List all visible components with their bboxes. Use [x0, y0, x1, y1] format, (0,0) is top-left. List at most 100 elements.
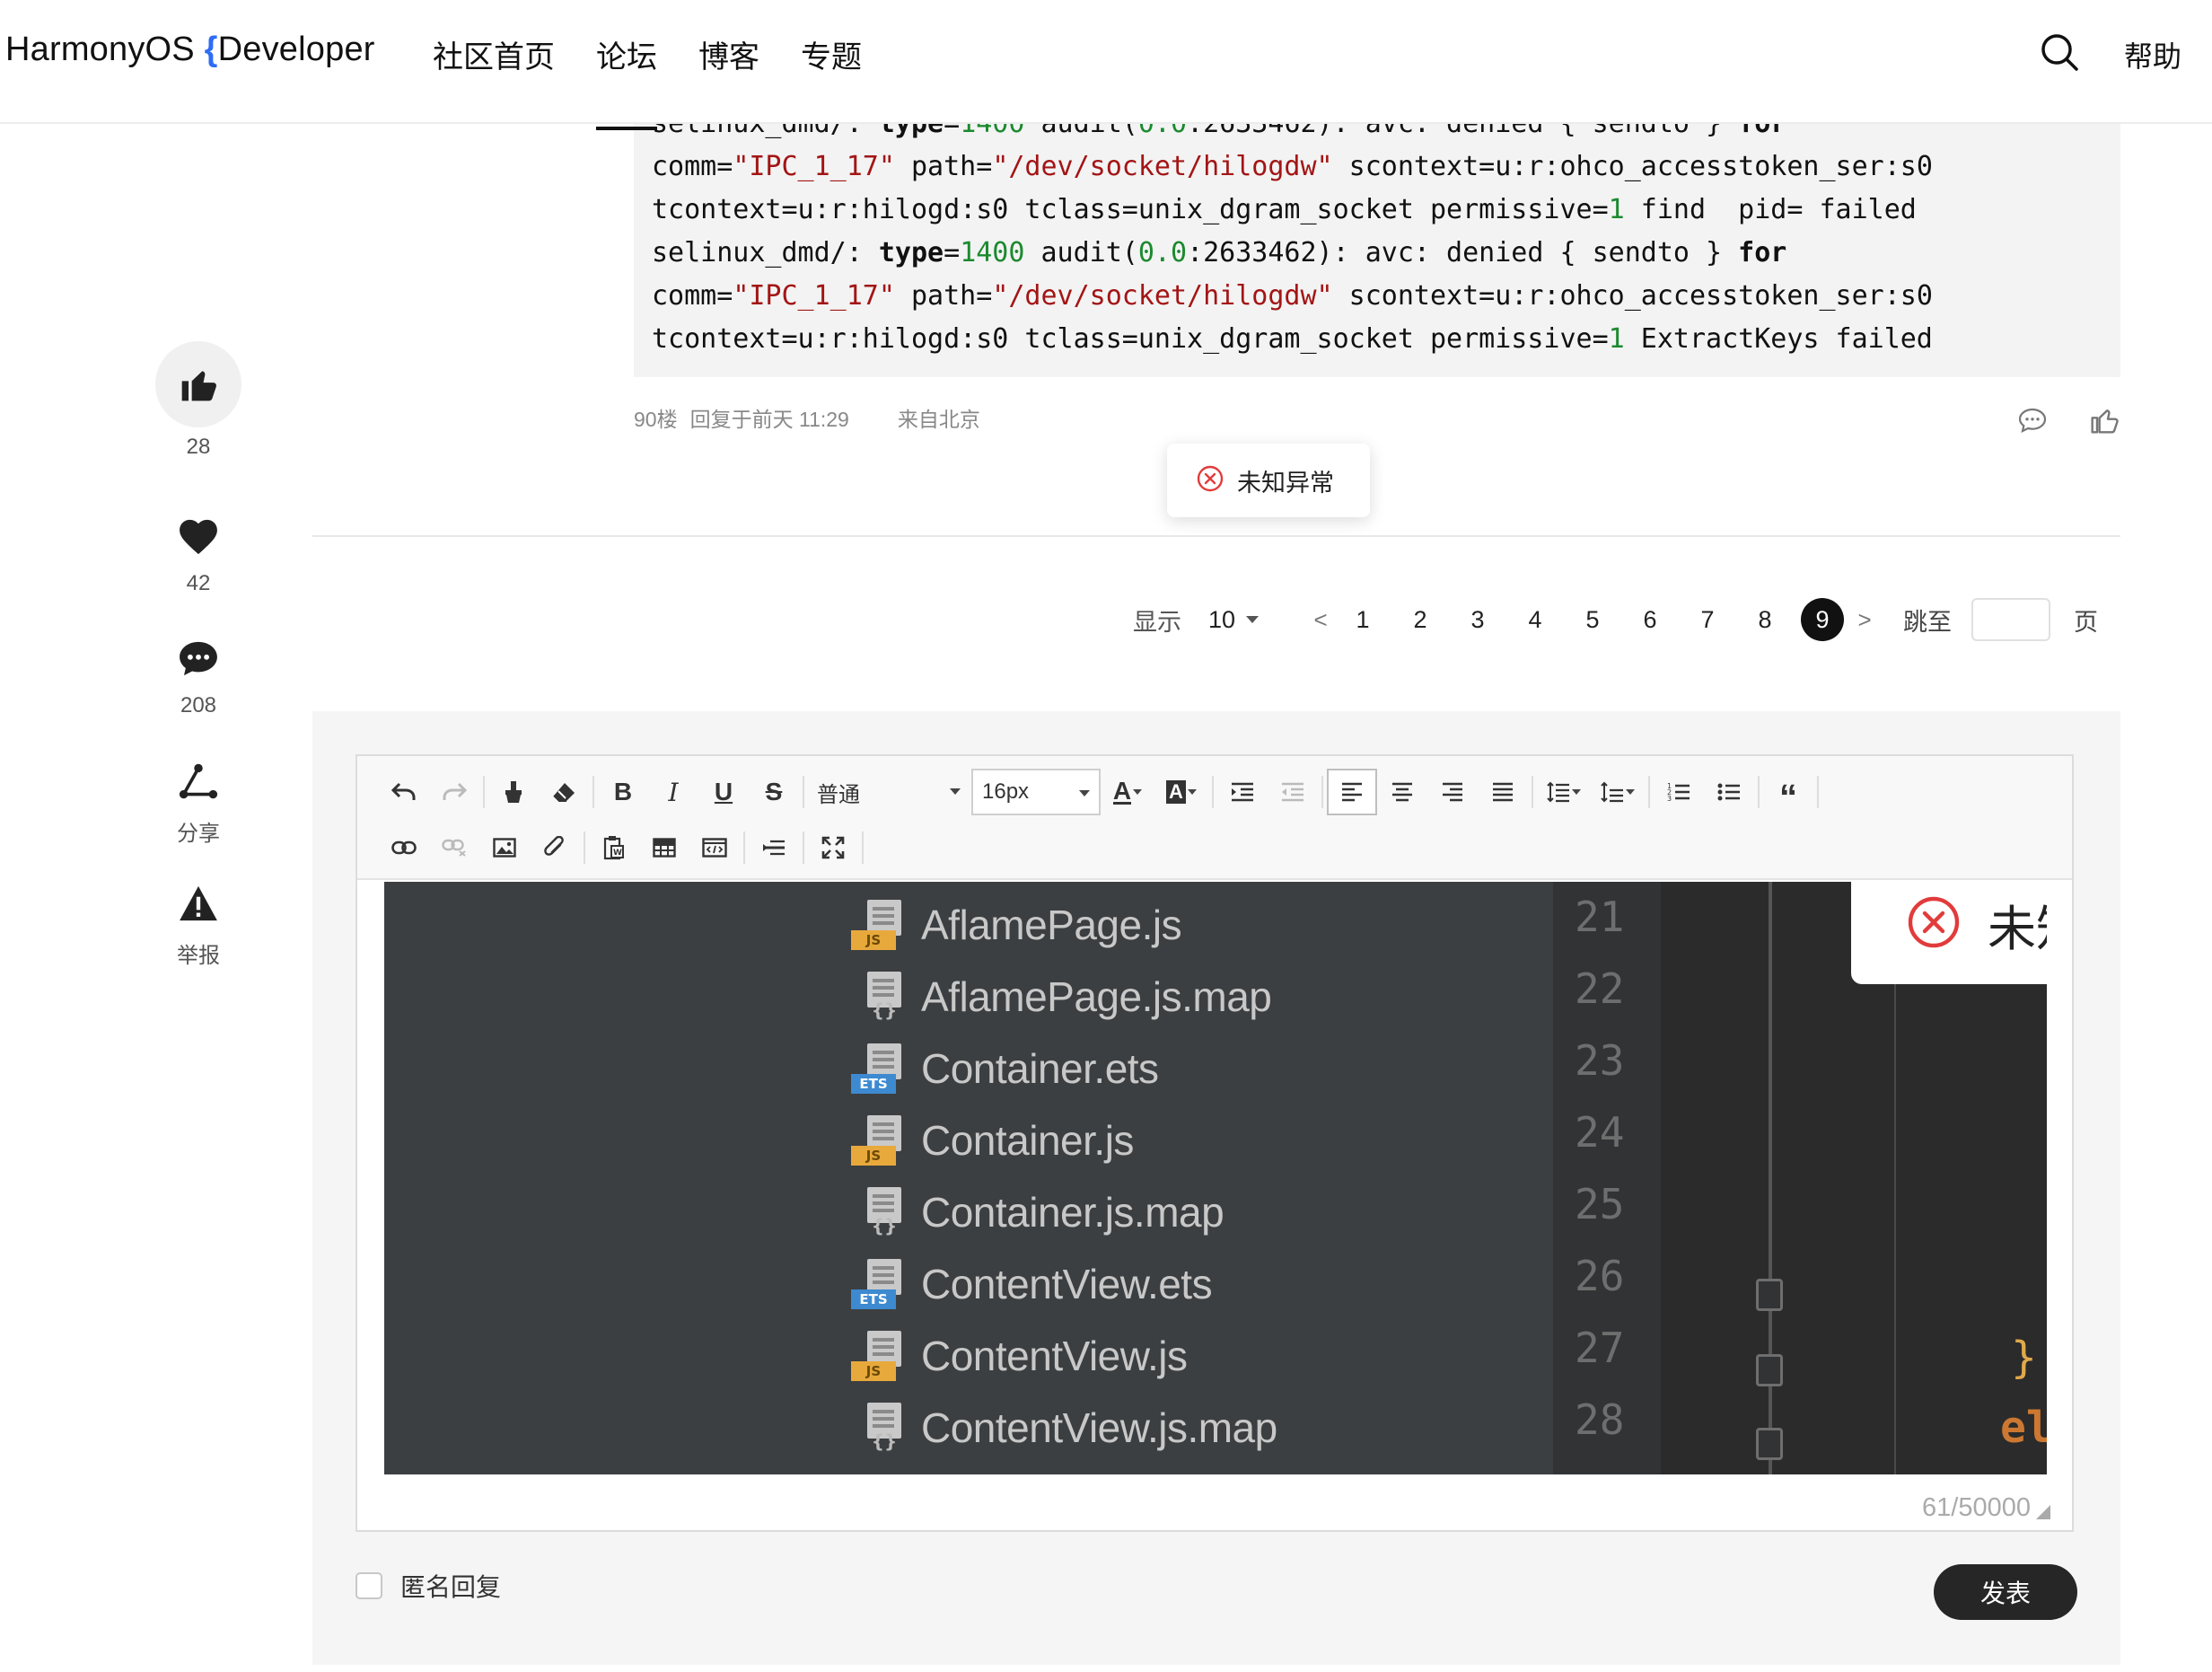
comment-bubble-icon[interactable] — [155, 632, 241, 686]
paragraph-spacing-icon[interactable] — [1591, 769, 1645, 815]
code-brace: } — [2011, 1333, 2037, 1383]
ide-file-name: Container.ets — [921, 1045, 1159, 1092]
fullscreen-icon[interactable] — [808, 824, 858, 871]
editor-content-area[interactable]: JS AflamePage.js 21 {} AflamePage.js.map 22 ET… — [384, 882, 2047, 1474]
toolbar-separator — [1532, 776, 1533, 808]
page-button-8[interactable]: 8 — [1736, 606, 1794, 634]
image-error-toast: 未知 — [1851, 882, 2047, 984]
caret-down-icon[interactable] — [1246, 616, 1260, 623]
toolbar-separator — [1321, 776, 1323, 808]
fold-marker-icon — [1756, 1354, 1783, 1386]
italic-button[interactable]: I — [648, 769, 698, 815]
nav-blog[interactable]: 博客 — [698, 32, 759, 76]
jump-page-input[interactable] — [1971, 598, 2051, 641]
page-button-9-current[interactable]: 9 — [1801, 598, 1845, 641]
reply-like-icon[interactable] — [2090, 406, 2119, 435]
font-size-select[interactable]: 16px — [971, 769, 1101, 815]
page-button-4[interactable]: 4 — [1506, 606, 1564, 634]
indent-increase-icon[interactable] — [1217, 769, 1268, 815]
indent-decrease-icon[interactable] — [1268, 769, 1318, 815]
fold-marker-icon — [1756, 1279, 1783, 1311]
error-toast: 未知异常 — [1167, 444, 1370, 517]
attachment-icon[interactable] — [530, 824, 580, 871]
horizontal-rule-icon[interactable] — [749, 824, 799, 871]
ide-file-row: ETS ContentView.ets — [849, 1248, 1213, 1320]
redo-icon[interactable] — [429, 769, 479, 815]
thumbs-up-icon[interactable] — [155, 341, 241, 427]
paragraph-style-select[interactable]: 普通 — [808, 769, 970, 815]
toolbar-separator — [1817, 776, 1819, 808]
comment-action[interactable]: 208 — [151, 632, 246, 718]
background-color-button[interactable]: A — [1154, 769, 1208, 815]
report-label: 举报 — [177, 944, 220, 968]
nav-forum[interactable]: 论坛 — [596, 32, 657, 130]
ide-file-row: {} AflamePage.js.map — [849, 961, 1272, 1033]
toolbar-separator — [862, 832, 864, 864]
page-unit-label: 页 — [2074, 608, 2099, 636]
toolbar-separator — [483, 776, 485, 808]
favorite-count: 42 — [186, 571, 211, 595]
anonymous-checkbox[interactable] — [356, 1572, 382, 1599]
nav-topics[interactable]: 专题 — [801, 32, 862, 76]
anonymous-reply-option[interactable]: 匿名回复 — [356, 1568, 501, 1604]
page-button-3[interactable]: 3 — [1449, 606, 1506, 634]
heart-icon[interactable] — [155, 510, 241, 564]
file-type-icon: ETS — [849, 1259, 908, 1309]
warning-icon[interactable] — [155, 876, 241, 930]
like-action[interactable]: 28 — [151, 341, 246, 460]
ide-file-name: ContentView.ets — [921, 1261, 1213, 1307]
page-button-1[interactable]: 1 — [1334, 606, 1391, 634]
fold-marker-icon — [1756, 1428, 1783, 1460]
strikethrough-button[interactable]: S — [749, 769, 799, 815]
undo-icon[interactable] — [379, 769, 429, 815]
ide-file-row: {} Container.js.map — [849, 1176, 1224, 1248]
report-action[interactable]: 举报 — [151, 876, 246, 969]
blockquote-button[interactable]: “ — [1763, 769, 1813, 815]
ordered-list-icon[interactable]: 123 — [1654, 769, 1704, 815]
format-painter-icon[interactable] — [488, 769, 539, 815]
line-height-icon[interactable] — [1537, 769, 1591, 815]
clear-format-eraser-icon[interactable] — [539, 769, 589, 815]
reply-panel: B I U S 普通 16px A A 1 2 3 “ W JS AflameP… — [312, 711, 2120, 1665]
share-icon[interactable] — [155, 754, 241, 808]
share-action[interactable]: 分享 — [151, 754, 246, 847]
favorite-action[interactable]: 42 — [151, 510, 246, 596]
ide-file-name: Container.js — [921, 1117, 1134, 1164]
page-button-7[interactable]: 7 — [1679, 606, 1736, 634]
bullet-list-icon[interactable] — [1704, 769, 1754, 815]
paste-from-word-icon[interactable]: W — [589, 824, 639, 871]
page-size-select[interactable]: 10 — [1208, 606, 1235, 634]
editor-toolbar: B I U S 普通 16px A A 1 2 3 “ W — [357, 756, 2072, 880]
pasted-screenshot-image[interactable]: JS AflamePage.js 21 {} AflamePage.js.map 22 ET… — [384, 882, 2047, 1474]
unlink-icon[interactable] — [429, 824, 479, 871]
page-button-6[interactable]: 6 — [1621, 606, 1679, 634]
font-color-button[interactable]: A — [1101, 769, 1154, 815]
resize-handle-icon[interactable] — [2036, 1505, 2050, 1519]
search-icon[interactable] — [2040, 32, 2079, 72]
bold-button[interactable]: B — [598, 769, 648, 815]
reply-comment-icon[interactable] — [2018, 408, 2047, 434]
image-error-toast-text: 未知 — [1988, 902, 2047, 956]
next-page-button[interactable]: > — [1851, 606, 1878, 634]
align-center-icon[interactable] — [1377, 769, 1427, 815]
page-button-5[interactable]: 5 — [1564, 606, 1621, 634]
publish-button[interactable]: 发表 — [1934, 1564, 2077, 1620]
align-justify-icon[interactable] — [1478, 769, 1528, 815]
page-button-2[interactable]: 2 — [1391, 606, 1449, 634]
insert-table-icon[interactable] — [639, 824, 689, 871]
page-size-label: 显示 — [1133, 608, 1181, 636]
help-link[interactable]: 帮助 — [2124, 34, 2181, 75]
logo-harmonyos-text: HarmonyOS — [5, 31, 195, 68]
underline-button[interactable]: U — [698, 769, 749, 815]
harmonyos-developer-logo[interactable]: HarmonyOS {Developer — [5, 31, 375, 69]
insert-link-icon[interactable] — [379, 824, 429, 871]
align-left-icon[interactable] — [1327, 769, 1377, 815]
insert-code-icon[interactable] — [689, 824, 740, 871]
align-right-icon[interactable] — [1427, 769, 1478, 815]
nav-community-home[interactable]: 社区首页 — [433, 32, 555, 76]
ide-file-name: ContentView.js — [921, 1333, 1188, 1379]
file-type-icon: {} — [849, 972, 908, 1022]
ide-line-number: 23 — [1575, 1036, 1625, 1085]
insert-image-icon[interactable] — [479, 824, 530, 871]
prev-page-button[interactable]: < — [1307, 606, 1334, 634]
